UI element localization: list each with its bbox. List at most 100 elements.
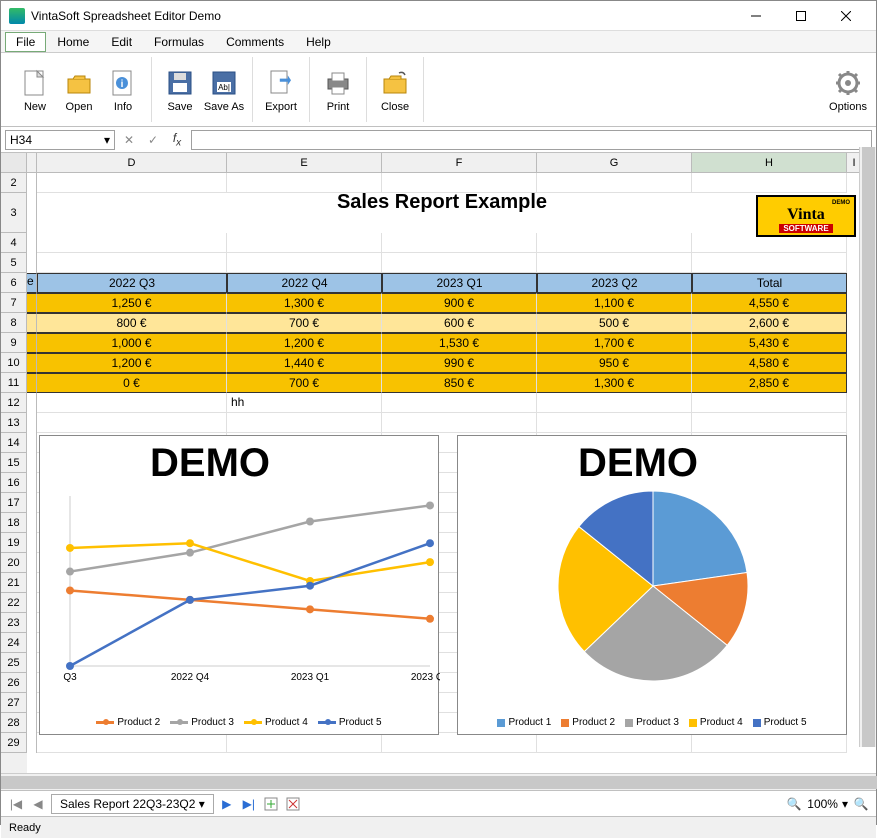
gear-icon <box>832 67 864 99</box>
menu-home[interactable]: Home <box>46 32 100 52</box>
table-cell: 700 € <box>227 313 382 333</box>
tab-nav-first[interactable]: |◀ <box>7 795 25 813</box>
table-cell: 1,440 € <box>227 353 382 373</box>
menu-file[interactable]: File <box>5 32 46 52</box>
saveas-button[interactable]: Ab|Save As <box>202 57 246 122</box>
row-headers[interactable]: 2 3 4 5 6 7 8 9 10 11 12 13 14 15 16 17 … <box>1 173 27 773</box>
svg-text:Ab|: Ab| <box>218 83 230 92</box>
select-all-corner[interactable] <box>1 153 27 172</box>
col-header-d[interactable]: D <box>37 153 227 172</box>
table-cell: 2,600 € <box>692 313 847 333</box>
col-header-f[interactable]: F <box>382 153 537 172</box>
fx-button[interactable]: fx <box>167 130 187 150</box>
app-icon <box>9 8 25 24</box>
table-cell: 1,200 € <box>37 353 227 373</box>
tab-nav-next[interactable]: ▶ <box>218 795 236 813</box>
pie-chart-canvas <box>458 436 848 696</box>
minimize-button[interactable] <box>733 2 778 30</box>
formula-input[interactable] <box>191 130 872 150</box>
svg-text:Q3: Q3 <box>63 672 77 683</box>
table-cell: 990 € <box>382 353 537 373</box>
new-button[interactable]: New <box>13 57 57 122</box>
menu-comments[interactable]: Comments <box>215 32 295 52</box>
table-cell: 1,300 € <box>227 293 382 313</box>
table-cell: 1,530 € <box>382 333 537 353</box>
save-icon <box>164 67 196 99</box>
menu-formulas[interactable]: Formulas <box>143 32 215 52</box>
print-button[interactable]: Print <box>316 57 360 122</box>
line-chart[interactable]: DEMO Q32022 Q42023 Q12023 Q2 Product 2Pr… <box>39 435 439 735</box>
close-doc-button[interactable]: Close <box>373 57 417 122</box>
delete-sheet-button[interactable] <box>284 795 302 813</box>
export-icon <box>265 67 297 99</box>
menu-bar: File Home Edit Formulas Comments Help <box>1 31 876 53</box>
zoom-out-button[interactable]: 🔍 <box>785 795 803 813</box>
save-button[interactable]: Save <box>158 57 202 122</box>
table-cell: 700 € <box>227 373 382 393</box>
window-title: VintaSoft Spreadsheet Editor Demo <box>31 9 733 23</box>
table-cell: 600 € <box>382 313 537 333</box>
chevron-down-icon: ▾ <box>104 133 110 147</box>
table-cell: 4,550 € <box>692 293 847 313</box>
saveas-icon: Ab| <box>208 67 240 99</box>
vertical-scrollbar[interactable] <box>859 147 876 747</box>
spreadsheet-grid[interactable]: D E F G H I 2 3 4 5 6 7 8 9 10 11 12 13 … <box>1 153 876 773</box>
menu-help[interactable]: Help <box>295 32 342 52</box>
svg-text:2022 Q4: 2022 Q4 <box>171 672 210 683</box>
export-button[interactable]: Export <box>259 57 303 122</box>
name-box[interactable]: H34▾ <box>5 130 115 150</box>
report-title: Sales Report Example <box>37 193 847 233</box>
menu-edit[interactable]: Edit <box>100 32 143 52</box>
tab-nav-last[interactable]: ▶| <box>240 795 258 813</box>
pie-chart[interactable]: DEMO Product 1Product 2Product 3Product … <box>457 435 847 735</box>
table-cell: 850 € <box>382 373 537 393</box>
column-headers[interactable]: D E F G H I <box>1 153 876 173</box>
table-cell: 900 € <box>382 293 537 313</box>
info-button[interactable]: iInfo <box>101 57 145 122</box>
pie-chart-legend: Product 1Product 2Product 3Product 4Prod… <box>458 717 846 728</box>
print-icon <box>322 67 354 99</box>
table-cell: 1,000 € <box>37 333 227 353</box>
sheet-tab-bar: |◀ ◀ Sales Report 22Q3-23Q2 ▾ ▶ ▶| 🔍 100… <box>1 790 876 816</box>
title-bar: VintaSoft Spreadsheet Editor Demo <box>1 1 876 31</box>
options-button[interactable]: Options <box>826 57 870 122</box>
svg-text:2023 Q2: 2023 Q2 <box>411 672 440 683</box>
sheet-tab-active[interactable]: Sales Report 22Q3-23Q2 ▾ <box>51 794 214 814</box>
chevron-down-icon: ▾ <box>199 797 205 811</box>
new-icon <box>19 67 51 99</box>
close-button[interactable] <box>823 2 868 30</box>
status-bar: Ready <box>1 816 876 838</box>
col-header-g[interactable]: G <box>537 153 692 172</box>
table-cell: 1,300 € <box>537 373 692 393</box>
status-text: Ready <box>9 822 41 834</box>
col-header-h[interactable]: H <box>692 153 847 172</box>
svg-text:i: i <box>121 79 124 90</box>
col-header-e[interactable]: E <box>227 153 382 172</box>
line-chart-canvas: Q3 2022 Q4 2023 Q1 2023 Q2 <box>40 436 440 716</box>
line-chart-legend: Product 2Product 3Product 4Product 5 <box>40 717 438 728</box>
table-cell: 0 € <box>37 373 227 393</box>
cells-area[interactable]: Sales Report Example DEMO Vinta SOFTWARE… <box>27 173 876 773</box>
svg-text:2023 Q1: 2023 Q1 <box>291 672 330 683</box>
maximize-button[interactable] <box>778 2 823 30</box>
accept-formula-button[interactable]: ✓ <box>143 130 163 150</box>
zoom-in-button[interactable]: 🔍 <box>852 795 870 813</box>
horizontal-scrollbar[interactable] <box>1 773 876 790</box>
zoom-level: 100% <box>807 797 838 811</box>
vintasoft-logo: DEMO Vinta SOFTWARE <box>756 195 856 237</box>
table-cell: 2,850 € <box>692 373 847 393</box>
table-cell: 800 € <box>37 313 227 333</box>
add-sheet-button[interactable] <box>262 795 280 813</box>
table-cell: 4,580 € <box>692 353 847 373</box>
table-cell: 1,250 € <box>37 293 227 313</box>
table-cell: 1,700 € <box>537 333 692 353</box>
table-cell: 1,200 € <box>227 333 382 353</box>
zoom-dropdown[interactable]: ▾ <box>842 797 848 811</box>
table-cell: 500 € <box>537 313 692 333</box>
table-cell: 1,100 € <box>537 293 692 313</box>
table-cell: 950 € <box>537 353 692 373</box>
cancel-formula-button[interactable]: ✕ <box>119 130 139 150</box>
open-button[interactable]: Open <box>57 57 101 122</box>
info-icon: i <box>107 67 139 99</box>
tab-nav-prev[interactable]: ◀ <box>29 795 47 813</box>
